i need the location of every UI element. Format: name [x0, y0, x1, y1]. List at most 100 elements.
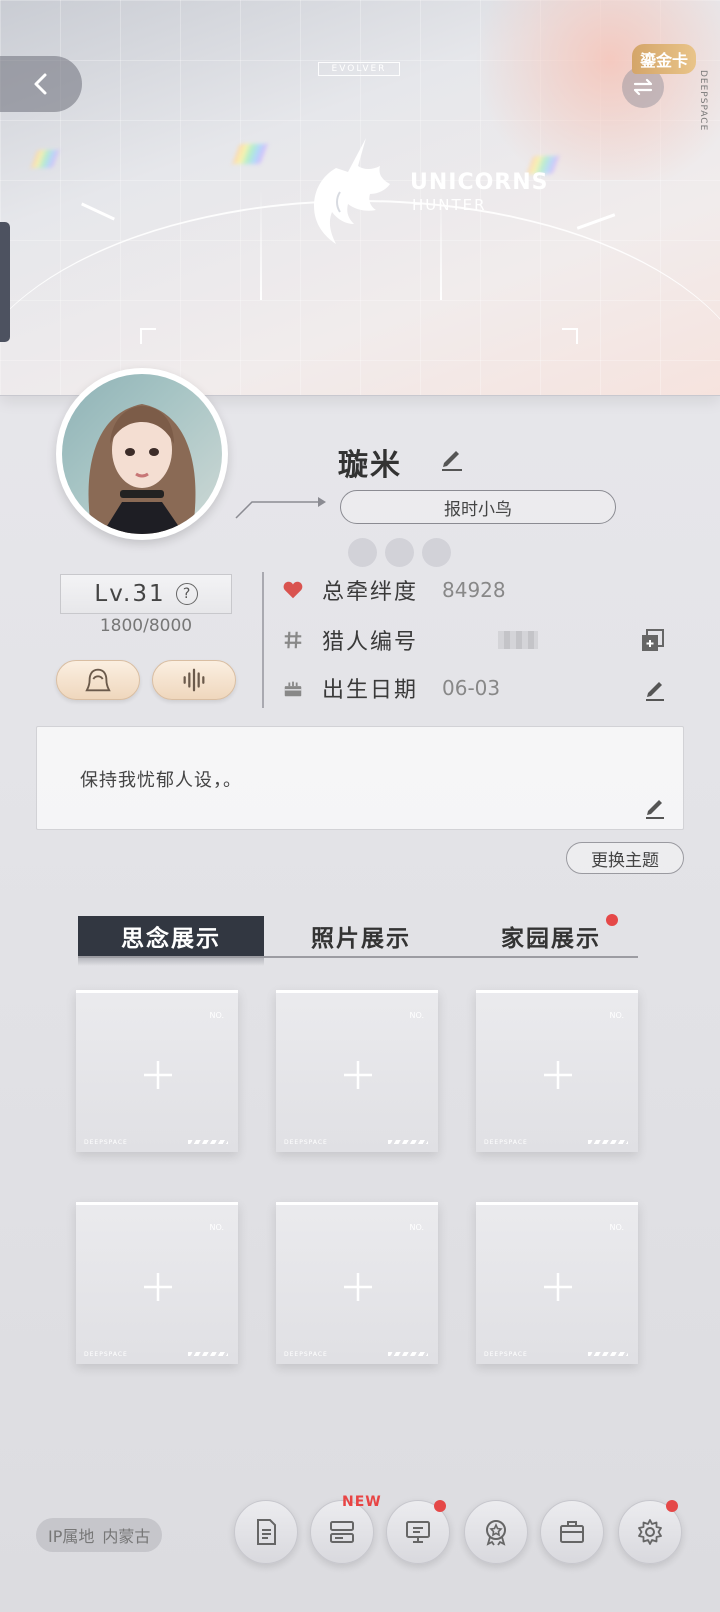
badge-icon [486, 1520, 506, 1546]
plus-icon [344, 1061, 372, 1089]
level-text: Lv.31 [94, 581, 166, 607]
plus-icon [544, 1273, 572, 1301]
evolver-tag: EVOLVER [318, 62, 400, 76]
nickname: 璇米 [338, 448, 402, 483]
cake-icon [282, 677, 304, 699]
heart-icon [282, 579, 304, 601]
ip-label: IP属地 [48, 1527, 95, 1546]
slot-footer: DEEPSPACE [84, 1351, 128, 1358]
question-icon[interactable]: ? [175, 583, 198, 605]
title-connector [235, 497, 326, 519]
badge-slot[interactable] [385, 538, 414, 567]
briefcase-icon [560, 1521, 584, 1543]
avatar-portrait [88, 404, 196, 534]
slot-footer: DEEPSPACE [484, 1139, 528, 1146]
showcase-slot[interactable]: NO. DEEPSPACE [76, 990, 238, 1152]
avatar-style-button[interactable] [56, 660, 140, 700]
plus-icon [144, 1273, 172, 1301]
slot-stripes [588, 1140, 628, 1144]
document-icon [257, 1519, 276, 1545]
plus-icon [544, 1061, 572, 1089]
ip-location-tag: IP属地 内蒙古 [36, 1518, 163, 1552]
birthday-value: 06-03 [442, 676, 501, 700]
slot-stripes [388, 1140, 428, 1144]
slot-stripes [188, 1352, 228, 1356]
unicorn-logo-icon [314, 138, 390, 244]
slot-number: NO. [209, 1223, 225, 1232]
records-button[interactable] [234, 1500, 298, 1564]
side-brand: DEEPSPACE [698, 70, 708, 132]
hunter-id-row: 猎人编号 [282, 620, 538, 660]
voice-wave-icon [183, 668, 205, 692]
banner-glow [460, 0, 720, 180]
frame-bracket [562, 328, 578, 344]
slot-number: NO. [609, 1223, 625, 1232]
slot-number: NO. [609, 1011, 625, 1020]
monitor-icon [406, 1521, 430, 1543]
experience-text: 1800/8000 [99, 616, 193, 636]
frame-bracket [140, 328, 156, 344]
gear-icon [638, 1519, 662, 1545]
plus-icon [344, 1273, 372, 1301]
badge-slot[interactable] [348, 538, 377, 567]
portrait-icon [85, 668, 111, 692]
header-banner: EVOLVER UNICORNS HUNTER DEEPSPACE [0, 0, 720, 396]
notification-dot [606, 914, 618, 926]
tab-homestead[interactable]: 家园展示 [476, 916, 626, 956]
tab-active-shadow [78, 958, 264, 966]
voice-button[interactable] [152, 660, 236, 700]
slot-stripes [588, 1352, 628, 1356]
avatar-image [62, 374, 222, 534]
chevron-left-icon [34, 73, 47, 95]
title-badge[interactable]: 报时小鸟 [340, 490, 616, 524]
badge-slot[interactable] [422, 538, 451, 567]
change-theme-button[interactable]: 更换主题 [566, 842, 684, 874]
light-line [260, 190, 262, 300]
slot-footer: DEEPSPACE [84, 1139, 128, 1146]
avatar[interactable] [56, 368, 228, 540]
achievements-button[interactable] [464, 1500, 528, 1564]
hash-icon [282, 629, 304, 651]
slot-number: NO. [209, 1011, 225, 1020]
bond-label: 总牵绊度 [322, 580, 419, 605]
showcase-slot[interactable]: NO. DEEPSPACE [476, 990, 638, 1152]
plus-icon [144, 1061, 172, 1089]
slot-stripes [388, 1352, 428, 1356]
tab-memories[interactable]: 思念展示 [78, 916, 264, 956]
pencil-icon[interactable] [436, 442, 466, 472]
slot-footer: DEEPSPACE [284, 1351, 328, 1358]
side-drawer-handle[interactable] [0, 222, 10, 342]
slot-footer: DEEPSPACE [484, 1351, 528, 1358]
logo-title: UNICORNS [410, 170, 549, 195]
level-box: Lv.31 ? [60, 574, 232, 614]
hunter-id-label: 猎人编号 [322, 630, 419, 655]
swap-arrows-icon [633, 78, 653, 96]
slot-number: NO. [409, 1223, 425, 1232]
copy-icon[interactable] [640, 628, 666, 654]
back-button[interactable] [0, 56, 82, 112]
showcase-slot[interactable]: NO. DEEPSPACE [276, 1202, 438, 1364]
showcase-slot[interactable]: NO. DEEPSPACE [276, 990, 438, 1152]
signature-text: 保持我忧郁人设，。 [80, 770, 242, 791]
showcase-slot[interactable]: NO. DEEPSPACE [476, 1202, 638, 1364]
pencil-icon[interactable] [642, 794, 668, 820]
gold-card-badge[interactable]: 鎏金卡 [632, 44, 697, 74]
slot-number: NO. [409, 1011, 425, 1020]
divider [262, 572, 264, 708]
new-badge: NEW [342, 1494, 382, 1510]
birthday-row: 出生日期 06-03 [282, 668, 500, 708]
slot-footer: DEEPSPACE [284, 1139, 328, 1146]
ip-value: 内蒙古 [102, 1527, 151, 1546]
bond-value: 84928 [442, 578, 506, 602]
pencil-icon[interactable] [642, 676, 668, 702]
hunter-id-mosaic [498, 631, 538, 649]
notification-dot [434, 1500, 446, 1512]
badge-slots [348, 538, 451, 567]
tab-photos[interactable]: 照片展示 [286, 916, 436, 956]
notification-dot [666, 1500, 678, 1512]
slot-stripes [188, 1140, 228, 1144]
showcase-slot[interactable]: NO. DEEPSPACE [76, 1202, 238, 1364]
birthday-label: 出生日期 [322, 678, 419, 703]
bag-button[interactable] [540, 1500, 604, 1564]
cards-icon [330, 1521, 354, 1543]
